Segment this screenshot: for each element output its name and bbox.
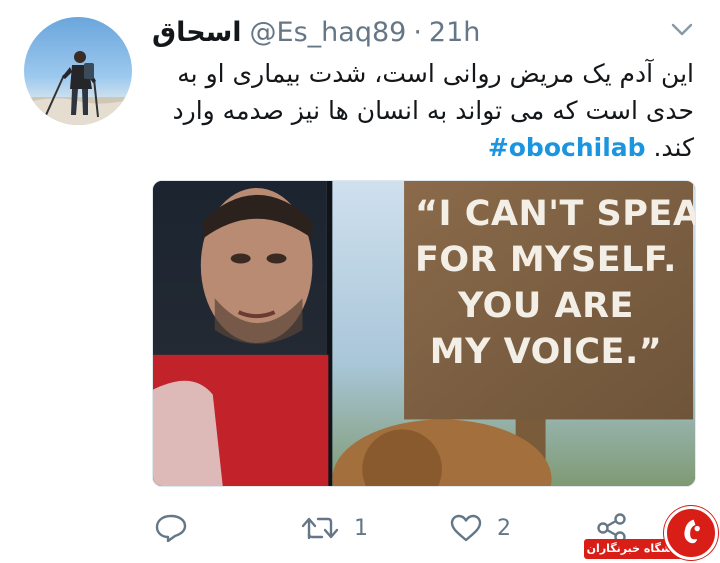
sign-line: MY VOICE.” (429, 332, 663, 372)
tweet-media-image[interactable]: “I CAN'T SPEAK FOR MYSELF. YOU ARE MY VO… (152, 180, 696, 487)
sign-line: YOU ARE (458, 286, 634, 326)
header-separator: · (413, 16, 422, 48)
watermark-badge-icon (664, 506, 718, 560)
tweet-header: اسحاق @Es_haq89 · 21h (152, 12, 480, 52)
sign-line: “I CAN'T SPEAK (415, 194, 695, 234)
like-count: 2 (497, 515, 511, 541)
display-name[interactable]: اسحاق (152, 17, 242, 48)
retweet-icon (301, 517, 339, 540)
avatar-image (24, 51, 132, 125)
retweet-count: 1 (354, 515, 368, 541)
speech-bubble-icon (155, 514, 187, 543)
hashtag-link[interactable]: #obochilab (488, 133, 646, 162)
like-button[interactable]: 2 (449, 508, 511, 548)
heart-icon (450, 514, 482, 542)
tweet-text-line: حدی است که می تواند به انسان ها نیز صدمه… (172, 96, 695, 125)
tweet-timestamp[interactable]: 21h (429, 17, 480, 48)
sign-text: “I CAN'T SPEAK FOR MYSELF. YOU ARE MY VO… (415, 191, 695, 375)
tweet-text-line: این آدم یک مریض روانی است، شدت بیماری او… (177, 59, 694, 88)
reply-button[interactable] (154, 508, 188, 548)
tweet-text-line: کند. #obochilab (152, 129, 694, 166)
avatar[interactable] (24, 17, 132, 125)
user-handle[interactable]: @Es_haq89 (250, 17, 407, 48)
tweet-text-tail: کند. (653, 133, 694, 162)
watermark-logo: باشگاه خبرنگاران (584, 506, 718, 562)
chevron-down-icon[interactable] (670, 20, 694, 40)
retweet-button[interactable]: 1 (300, 508, 368, 548)
tweet-text: این آدم یک مریض روانی است، شدت بیماری او… (152, 55, 695, 166)
sign-line: FOR MYSELF. (415, 240, 677, 280)
